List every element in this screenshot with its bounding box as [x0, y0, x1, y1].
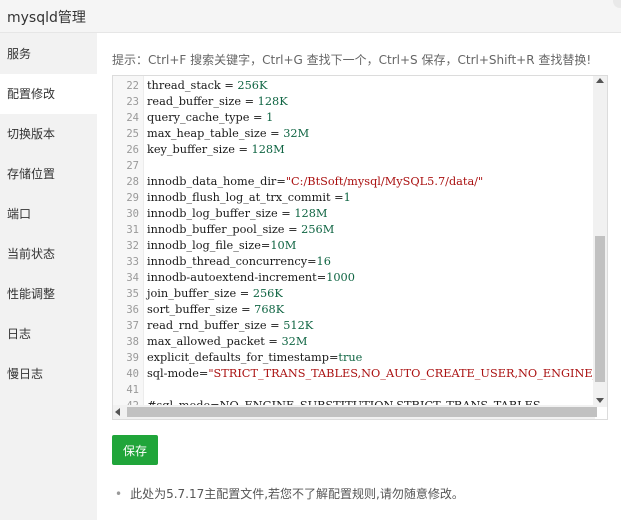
line-number: 23 — [126, 96, 139, 108]
line-code: query_cache_type = 1 — [147, 111, 274, 124]
editor-line[interactable]: 36 sort_buffer_size = 768K — [113, 302, 284, 318]
sidebar-item-status[interactable]: 当前状态 — [0, 234, 97, 274]
line-code: innodb_flush_log_at_trx_commit =1 — [147, 191, 351, 204]
editor-line[interactable]: 24 query_cache_type = 1 — [113, 110, 273, 126]
editor-line[interactable]: 41 — [113, 382, 139, 398]
editor-line[interactable]: 32 innodb_log_file_size=10M — [113, 238, 296, 254]
editor-line[interactable]: 35 join_buffer_size = 256K — [113, 286, 282, 302]
editor-line[interactable]: 25 max_heap_table_size = 32M — [113, 126, 309, 142]
line-number: 25 — [126, 128, 139, 140]
editor-line[interactable]: 22 thread_stack = 256K — [113, 78, 267, 94]
horizontal-scrollbar[interactable] — [113, 405, 597, 419]
line-code: explicit_defaults_for_timestamp=true — [147, 351, 363, 364]
window-title: mysqld管理 — [7, 10, 86, 26]
line-number: 28 — [126, 176, 139, 188]
line-code: key_buffer_size = 128M — [147, 143, 285, 156]
line-number: 39 — [126, 352, 139, 364]
line-number: 35 — [126, 288, 139, 300]
vertical-scroll-thumb[interactable] — [595, 236, 605, 382]
line-code: innodb_buffer_pool_size = 256M — [147, 223, 335, 236]
line-code: thread_stack = 256K — [147, 79, 268, 92]
line-number: 33 — [126, 256, 139, 268]
sidebar-item-port[interactable]: 端口 — [0, 194, 97, 234]
scroll-up-icon[interactable] — [596, 78, 604, 83]
window-titlebar: mysqld管理 — [0, 0, 621, 33]
editor-line[interactable]: 38 max_allowed_packet = 32M — [113, 334, 307, 350]
line-number: 37 — [126, 320, 139, 332]
editor-line[interactable]: 33 innodb_thread_concurrency=16 — [113, 254, 331, 270]
config-editor[interactable]: 22 thread_stack = 256K 23 read_buffer_size … — [112, 75, 608, 420]
line-number: 31 — [126, 224, 139, 236]
line-number: 27 — [126, 160, 139, 172]
editor-line[interactable]: 29 innodb_flush_log_at_trx_commit =1 — [113, 190, 350, 206]
sidebar-item-slow-log[interactable]: 慢日志 — [0, 354, 97, 394]
line-number: 26 — [126, 144, 139, 156]
line-number: 22 — [126, 80, 139, 92]
editor-line[interactable]: 23 read_buffer_size = 128K — [113, 94, 287, 110]
scroll-down-icon[interactable] — [596, 398, 604, 403]
line-code: innodb-autoextend-increment=1000 — [147, 271, 355, 284]
editor-line[interactable]: 26 key_buffer_size = 128M — [113, 142, 284, 158]
line-number: 40 — [126, 368, 139, 380]
save-button[interactable]: 保存 — [112, 435, 158, 465]
line-code: join_buffer_size = 256K — [147, 287, 283, 300]
line-code: innodb_log_file_size=10M — [147, 239, 297, 252]
sidebar-item-config[interactable]: 配置修改 — [0, 74, 97, 114]
editor-line[interactable]: 27 — [113, 158, 139, 174]
line-number: 29 — [126, 192, 139, 204]
line-number: 34 — [126, 272, 139, 284]
line-code: sort_buffer_size = 768K — [147, 303, 285, 316]
config-note: 此处为5.7.17主配置文件,若您不了解配置规则,请勿随意修改。 — [115, 485, 464, 502]
editor-lines[interactable]: 22 thread_stack = 256K 23 read_buffer_size … — [113, 78, 607, 414]
line-code: innodb_thread_concurrency=16 — [147, 255, 331, 268]
horizontal-scroll-thumb[interactable] — [127, 407, 597, 417]
line-number: 38 — [126, 336, 139, 348]
editor-line[interactable]: 39 explicit_defaults_for_timestamp=true — [113, 350, 362, 366]
editor-line[interactable]: 30 innodb_log_buffer_size = 128M — [113, 206, 327, 222]
close-icon[interactable] — [613, 0, 621, 8]
vertical-scrollbar[interactable] — [593, 76, 607, 407]
editor-line[interactable]: 37 read_rnd_buffer_size = 512K — [113, 318, 313, 334]
line-code: read_rnd_buffer_size = 512K — [147, 319, 314, 332]
editor-line[interactable]: 31 innodb_buffer_pool_size = 256M — [113, 222, 334, 238]
line-number: 32 — [126, 240, 139, 252]
line-code: innodb_log_buffer_size = 128M — [147, 207, 328, 220]
main-panel: 提示：Ctrl+F 搜索关键字，Ctrl+G 查找下一个，Ctrl+S 保存，C… — [97, 33, 621, 520]
line-number: 41 — [126, 384, 139, 396]
sidebar-item-switch-version[interactable]: 切换版本 — [0, 114, 97, 154]
line-code: sql-mode="STRICT_TRANS_TABLES,NO_AUTO_CR… — [147, 367, 607, 380]
line-number: 36 — [126, 304, 139, 316]
line-code: read_buffer_size = 128K — [147, 95, 288, 108]
editor-line[interactable]: 34 innodb-autoextend-increment=1000 — [113, 270, 355, 286]
line-number: 30 — [126, 208, 139, 220]
sidebar: 服务 配置修改 切换版本 存储位置 端口 当前状态 性能调整 日志 慢日志 — [0, 33, 97, 520]
editor-line[interactable]: 28 innodb_data_home_dir="C:/BtSoft/mysql/… — [113, 174, 483, 190]
sidebar-item-storage[interactable]: 存储位置 — [0, 154, 97, 194]
line-number: 24 — [126, 112, 139, 124]
scroll-left-icon[interactable] — [115, 408, 120, 416]
editor-line[interactable]: 40 sql-mode="STRICT_TRANS_TABLES,NO_AUTO_… — [113, 366, 607, 382]
line-code: innodb_data_home_dir="C:/BtSoft/mysql/My… — [147, 175, 484, 188]
shortcut-hint: 提示：Ctrl+F 搜索关键字，Ctrl+G 查找下一个，Ctrl+S 保存，C… — [112, 53, 592, 67]
line-code: max_allowed_packet = 32M — [147, 335, 308, 348]
line-code: max_heap_table_size = 32M — [147, 127, 310, 140]
sidebar-item-log[interactable]: 日志 — [0, 314, 97, 354]
sidebar-item-performance[interactable]: 性能调整 — [0, 274, 97, 314]
sidebar-item-service[interactable]: 服务 — [0, 34, 97, 74]
